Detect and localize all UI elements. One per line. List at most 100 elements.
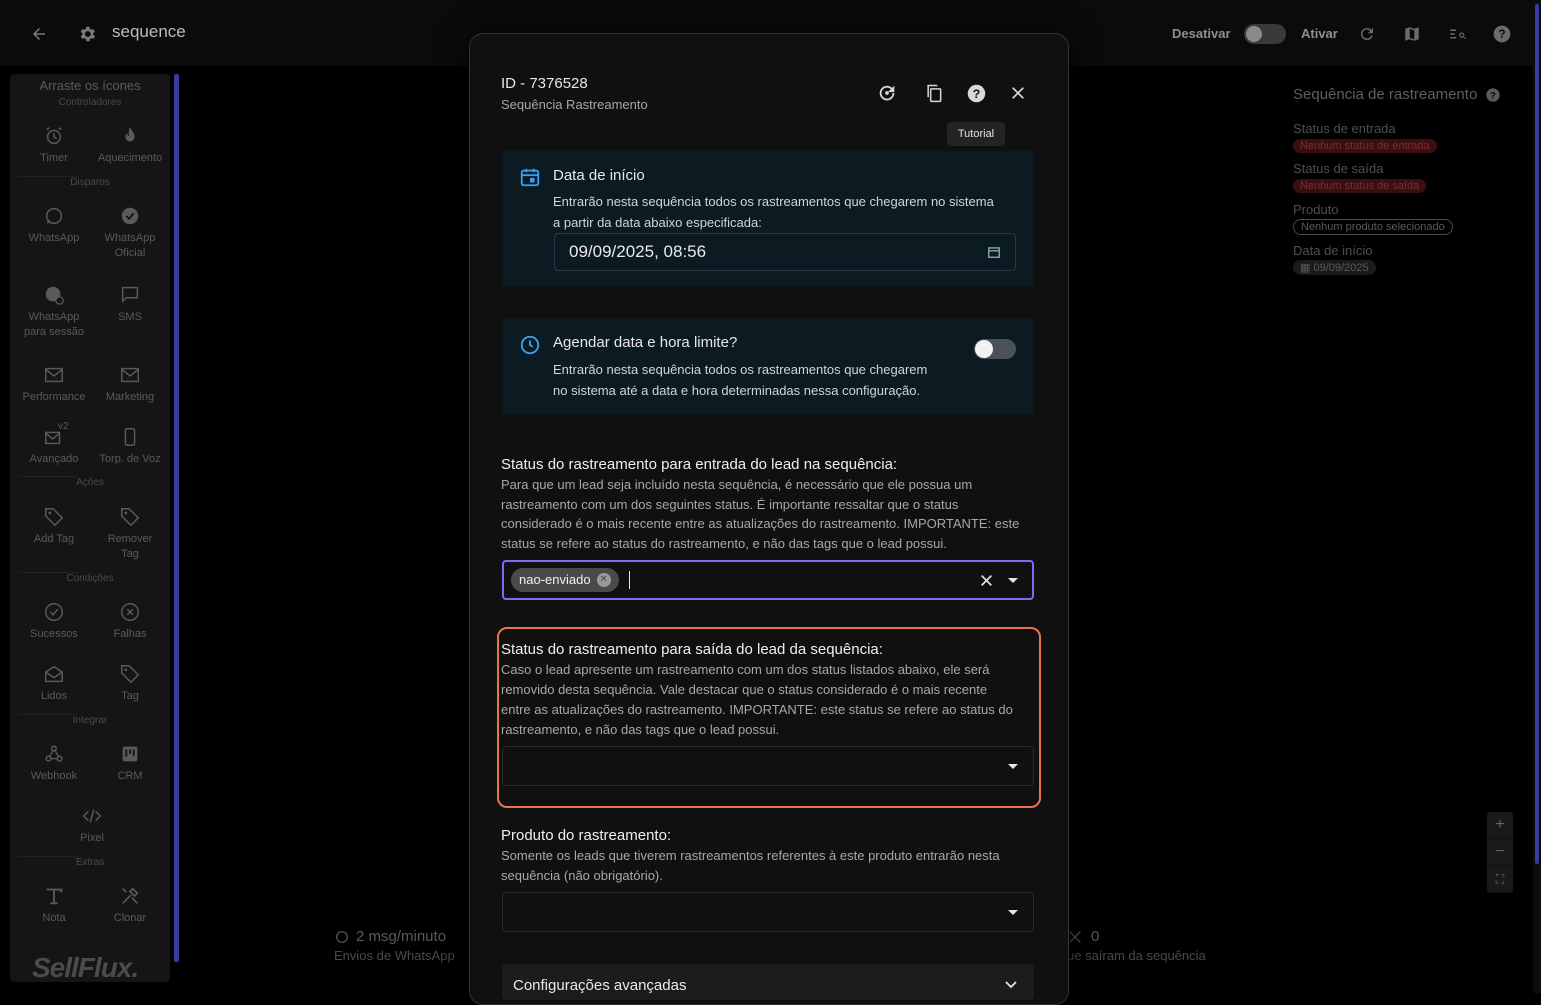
- rate-label: Envios de WhatsApp: [334, 948, 455, 963]
- deactivate-label: Desativar: [1172, 26, 1231, 41]
- sidebar-item-remover-tag[interactable]: Remover Tag: [92, 506, 168, 562]
- left-value: 0: [1091, 928, 1100, 945]
- left-stat: 0 ue saíram da sequência: [1067, 928, 1206, 963]
- sidebar-item-sucessos[interactable]: Sucessos: [16, 601, 92, 642]
- tools-icon: [122, 887, 139, 904]
- help-icon: ?: [967, 84, 985, 102]
- zoom-out-button[interactable]: −: [1487, 839, 1513, 866]
- limit-date-title: Agendar data e hora limite?: [553, 334, 738, 351]
- whatsapp-verified-icon: [121, 207, 139, 225]
- sequence-id: ID - 7376528: [501, 75, 588, 92]
- fit-view-button[interactable]: ⛶: [1487, 866, 1513, 893]
- exit-status-select[interactable]: [502, 746, 1034, 786]
- sidebar-item-aquecimento[interactable]: Aquecimento: [92, 125, 168, 166]
- product-badge: Nenhum produto selecionado: [1293, 219, 1453, 235]
- sidebar-item-timer[interactable]: Timer: [16, 125, 92, 166]
- zoom-in-button[interactable]: +: [1487, 812, 1513, 839]
- sidebar-item-marketing[interactable]: Marketing: [92, 364, 168, 405]
- search-list-icon[interactable]: [1446, 24, 1468, 44]
- sidebar-scrollbar[interactable]: [174, 74, 179, 962]
- code-icon: [82, 809, 102, 823]
- chevron-down-icon[interactable]: [1008, 764, 1018, 769]
- product-desc-1: Somente os leads que tiverem rastreament…: [501, 848, 1000, 863]
- sidebar-item-falhas[interactable]: Falhas: [92, 601, 168, 642]
- sidebar-item-torp-voz[interactable]: Torp. de Voz: [92, 426, 168, 467]
- tag-icon: [121, 508, 140, 527]
- svg-text:?: ?: [1498, 28, 1505, 41]
- page-title: sequence: [112, 22, 186, 41]
- phone-icon: [124, 428, 136, 446]
- tag-icon: [45, 508, 64, 527]
- gear-icon[interactable]: [76, 23, 98, 45]
- product-label: Produto: [1293, 202, 1339, 217]
- exit-status-desc-1: Caso o lead apresente um rastreamento co…: [501, 662, 990, 677]
- tutorial-tooltip: Tutorial: [947, 122, 1005, 146]
- start-date-desc-2: a partir da data abaixo especificada:: [553, 215, 762, 230]
- sidebar-item-pixel[interactable]: Pixel: [54, 805, 130, 846]
- sellflux-logo: SellFlux.: [32, 952, 139, 983]
- entry-status-desc-1: Para que um lead seja incluído nesta seq…: [501, 477, 973, 492]
- sidebar-item-crm[interactable]: CRM: [92, 743, 168, 784]
- entry-status-desc-4: status se refere ao status do rastreamen…: [501, 536, 947, 551]
- chevron-down-icon[interactable]: [1008, 578, 1018, 583]
- close-icon: [1012, 87, 1024, 99]
- sidebar-header: Arraste os ícones: [39, 78, 141, 93]
- clock-icon: [518, 333, 542, 357]
- calendar-icon: [518, 165, 542, 189]
- sidebar-item-sms[interactable]: SMS: [92, 284, 168, 325]
- sidebar-item-tag[interactable]: Tag: [92, 663, 168, 704]
- sidebar-item-whatsapp-sessao[interactable]: WhatsApp para sessão: [16, 284, 92, 340]
- chevron-down-icon[interactable]: [1008, 910, 1018, 915]
- close-button[interactable]: [1003, 78, 1033, 108]
- map-icon[interactable]: [1402, 24, 1422, 44]
- rate-value: 2 msg/minuto: [356, 928, 447, 945]
- exit-status-badge: Nenhum status de saída: [1293, 179, 1427, 193]
- activate-toggle[interactable]: [1244, 24, 1286, 44]
- sidebar-item-performance[interactable]: Performance: [16, 364, 92, 405]
- text-icon: [46, 888, 63, 905]
- sequence-subtitle: Sequência Rastreamento: [501, 97, 648, 112]
- back-arrow-icon[interactable]: [28, 23, 50, 45]
- copy-button[interactable]: [919, 78, 949, 108]
- page-scrollbar[interactable]: [1533, 0, 1541, 993]
- start-date-input[interactable]: 09/09/2025, 08:56: [554, 233, 1016, 271]
- calendar-picker-icon[interactable]: [985, 243, 1003, 261]
- sidebar-item-whatsapp-oficial[interactable]: WhatsApp Oficial: [92, 205, 168, 261]
- exit-status-desc-3: entre as atualizações do rastreamento. I…: [501, 702, 1013, 717]
- limit-date-toggle[interactable]: [974, 339, 1016, 359]
- start-date-badge: ▦ 09/09/2025: [1293, 260, 1376, 275]
- chevron-down-icon[interactable]: [1003, 978, 1019, 992]
- help-icon[interactable]: ?: [1491, 23, 1513, 45]
- advanced-settings-label: Configurações avançadas: [513, 977, 687, 994]
- limit-date-desc-2: no sistema até a data e hora determinada…: [553, 383, 921, 398]
- sidebar-item-webhook[interactable]: Webhook: [16, 743, 92, 784]
- status-chip-label: nao-enviado: [519, 572, 591, 587]
- reload-button[interactable]: [872, 78, 902, 108]
- section-integrar: Integrar: [72, 715, 108, 726]
- exit-status-desc-4: rastreamento, e não das tags que o lead …: [501, 722, 780, 737]
- text-caret: [629, 571, 630, 589]
- activate-label: Ativar: [1301, 26, 1338, 41]
- product-desc-2: sequência (não obrigatório).: [501, 868, 663, 883]
- start-date-label: Data de início: [1293, 243, 1373, 258]
- whatsapp-icon: [336, 930, 348, 943]
- envelope-open-icon: [45, 665, 63, 683]
- product-select[interactable]: [502, 892, 1034, 932]
- tutorial-button[interactable]: ?: [961, 78, 991, 108]
- x-circle-icon: [121, 603, 139, 621]
- svg-text:?: ?: [1490, 90, 1496, 100]
- fire-icon: [125, 126, 135, 142]
- sidebar-item-whatsapp[interactable]: WhatsApp: [16, 205, 92, 246]
- sidebar-item-lidos[interactable]: Lidos: [16, 663, 92, 704]
- chip-remove-icon[interactable]: ✕: [596, 573, 611, 587]
- clear-selection-icon[interactable]: [978, 572, 994, 588]
- rate-stat: 2 msg/minuto Envios de WhatsApp: [334, 928, 455, 963]
- sidebar-item-add-tag[interactable]: Add Tag: [16, 506, 92, 547]
- left-label: ue saíram da sequência: [1067, 948, 1206, 963]
- advanced-settings-accordion[interactable]: Configurações avançadas: [502, 964, 1034, 1000]
- refresh-icon[interactable]: [1357, 24, 1377, 44]
- sidebar-item-nota[interactable]: Nota: [16, 885, 92, 926]
- product-title: Produto do rastreamento:: [501, 827, 672, 844]
- sidebar-item-clonar[interactable]: Clonar: [92, 885, 168, 926]
- sidebar-item-avancado[interactable]: Avançado: [16, 426, 92, 467]
